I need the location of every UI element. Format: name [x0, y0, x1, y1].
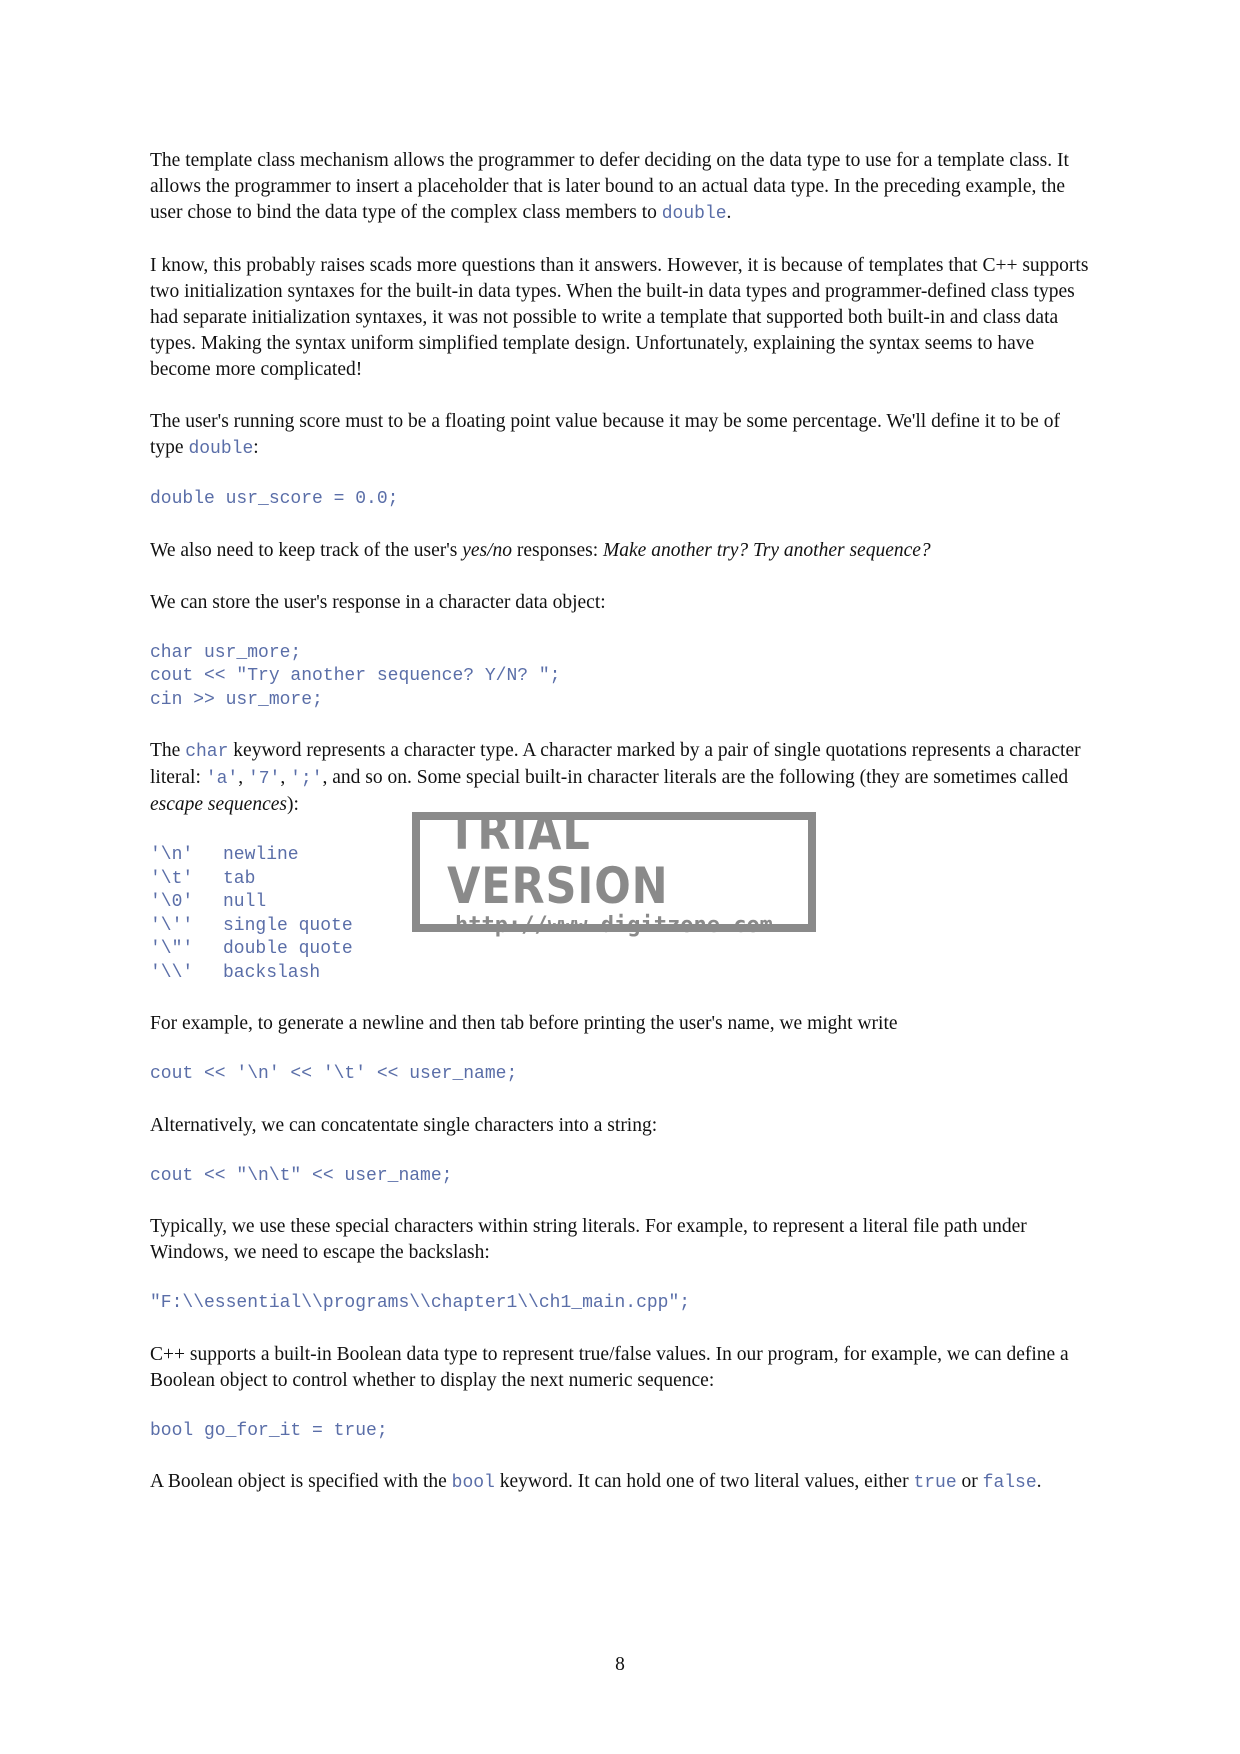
watermark-url: http://www.digitzone.com	[455, 913, 773, 938]
inline-code-bool: bool	[451, 1473, 495, 1493]
code-block-go-for-it: bool go_for_it = true;	[150, 1420, 388, 1441]
paragraph-bool-keyword: A Boolean object is specified with the b…	[150, 1471, 1042, 1493]
code-block-file-path: "F:\\essential\\programs\\chapter1\\ch1_…	[150, 1293, 691, 1313]
list-item: '\"' double quote	[150, 939, 353, 959]
paragraph-template-mechanism: The template class mechanism allows the …	[150, 150, 1069, 224]
paragraph-string-literals: Typically, we use these special characte…	[150, 1216, 1027, 1263]
inline-code-double: double	[661, 204, 727, 224]
inline-code-false: false	[982, 1473, 1037, 1493]
code-block-usr-more: char usr_more; cout << "Try another sequ…	[150, 642, 561, 710]
inline-code-char: char	[185, 742, 229, 762]
inline-code-literal-7: '7'	[247, 769, 281, 789]
page-number: 8	[615, 1654, 625, 1675]
inline-code-literal-semicolon: ';'	[290, 769, 323, 789]
watermark-title: TRIAL VERSION	[447, 803, 669, 915]
paragraph-initialization-syntax: I know, this probably raises scads more …	[150, 255, 1089, 380]
code-block-usr-score: double usr_score = 0.0;	[150, 489, 399, 509]
paragraph-character-object: We can store the user's response in a ch…	[150, 591, 606, 613]
paragraph-boolean-type: C++ supports a built-in Boolean data typ…	[150, 1343, 1069, 1391]
code-block-cout-string: cout << "\n\t" << user_name;	[150, 1165, 453, 1186]
paragraph-newline-example: For example, to generate a newline and t…	[150, 1013, 898, 1034]
code-block-cout-chars: cout << '\n' << '\t' << user_name;	[150, 1064, 518, 1084]
paragraph-yes-no: We also need to keep track of the user's…	[150, 539, 931, 561]
inline-code-literal-a: 'a'	[205, 769, 239, 789]
inline-code-double: double	[188, 439, 254, 459]
list-item: '\\' backslash	[150, 962, 321, 983]
paragraph-running-score: The user's running score must to be a fl…	[150, 411, 1060, 459]
trial-version-watermark: TRIAL VERSION http://www.digitzone.com	[412, 805, 816, 938]
document-page: The template class mechanism allows the …	[0, 0, 1240, 1754]
paragraph-concatenate: Alternatively, we can concatentate singl…	[150, 1114, 658, 1136]
inline-code-true: true	[913, 1473, 957, 1493]
